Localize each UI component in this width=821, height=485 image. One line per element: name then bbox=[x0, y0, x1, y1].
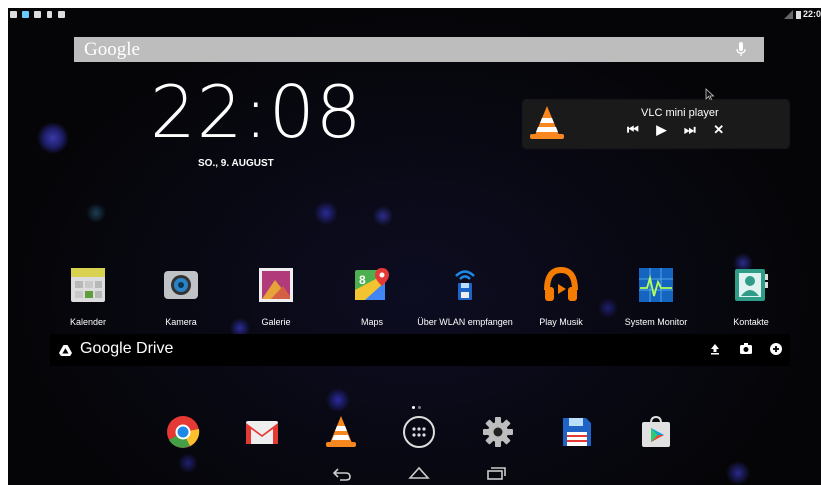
microphone-icon[interactable] bbox=[736, 42, 746, 57]
app-label: Galerie bbox=[261, 317, 291, 327]
upload-icon[interactable] bbox=[710, 343, 720, 355]
status-bar: 22:0 bbox=[8, 8, 821, 22]
notification-icon bbox=[22, 11, 29, 18]
status-time: 22:0 bbox=[802, 9, 821, 19]
page-indicator bbox=[412, 396, 424, 414]
vlc-cone-icon bbox=[530, 106, 564, 139]
navigation-bar bbox=[8, 463, 821, 485]
app-label: Über WLAN empfangen bbox=[417, 317, 513, 327]
google-logo: Google bbox=[84, 39, 140, 60]
clock-date: SO., 9. AUGUST bbox=[198, 158, 274, 169]
wifi-receive-icon bbox=[455, 270, 475, 300]
gmail-icon[interactable] bbox=[245, 415, 279, 449]
app-label: Kalender bbox=[69, 317, 107, 327]
app-galerie[interactable]: Galerie bbox=[226, 266, 326, 327]
next-icon[interactable]: ⏭ bbox=[684, 122, 698, 138]
signal-icon bbox=[784, 10, 793, 19]
recent-apps-icon[interactable] bbox=[486, 466, 506, 480]
vlc-controls: ⏮ ▶ ⏭ ✕ bbox=[627, 122, 736, 138]
app-wlan-empfangen[interactable]: Über WLAN empfangen bbox=[415, 266, 515, 327]
google-drive-widget[interactable]: Google Drive bbox=[50, 334, 790, 366]
calendar-icon bbox=[71, 268, 105, 302]
app-label: Maps bbox=[360, 317, 383, 327]
vlc-title: VLC mini player bbox=[641, 107, 719, 119]
system-monitor-icon bbox=[639, 268, 673, 302]
chrome-icon[interactable] bbox=[166, 415, 200, 449]
app-play-musik[interactable]: Play Musik bbox=[511, 266, 611, 327]
app-label: System Monitor bbox=[624, 317, 688, 327]
app-drawer-icon[interactable] bbox=[402, 415, 436, 449]
app-system-monitor[interactable]: System Monitor bbox=[606, 266, 706, 327]
gallery-icon bbox=[259, 268, 293, 302]
camera-scan-icon[interactable] bbox=[740, 343, 752, 354]
play-store-icon[interactable] bbox=[639, 415, 673, 449]
home-icon[interactable] bbox=[408, 466, 430, 480]
app-label: Kontakte bbox=[733, 317, 769, 327]
mail-notification-icon bbox=[34, 11, 41, 18]
app-kamera[interactable]: Kamera bbox=[131, 266, 231, 327]
clock-widget[interactable]: 22:08 bbox=[150, 76, 363, 148]
google-drive-icon bbox=[59, 345, 72, 356]
play-icon[interactable]: ▶ bbox=[656, 122, 668, 138]
settings-icon[interactable] bbox=[481, 415, 515, 449]
vlc-mini-player-widget[interactable]: VLC mini player ⏮ ▶ ⏭ ✕ bbox=[523, 100, 789, 148]
svg-text:8: 8 bbox=[359, 273, 366, 287]
android-home-screen: 22:0 Google 22:08 SO., 9. AUGUST VLC min… bbox=[8, 8, 821, 485]
previous-icon[interactable]: ⏮ bbox=[627, 122, 641, 138]
battery-icon bbox=[796, 11, 801, 19]
contacts-icon bbox=[735, 269, 768, 301]
maps-icon: 8 bbox=[355, 268, 389, 300]
headphones-icon bbox=[544, 266, 578, 301]
android-notification-icon bbox=[58, 11, 65, 18]
notification-icon bbox=[10, 11, 17, 18]
close-icon[interactable]: ✕ bbox=[713, 122, 726, 138]
save-icon[interactable] bbox=[560, 415, 594, 449]
add-icon[interactable] bbox=[770, 343, 782, 355]
vlc-icon[interactable] bbox=[324, 415, 358, 449]
app-label: Play Musik bbox=[539, 317, 583, 327]
camera-icon bbox=[164, 271, 198, 299]
google-drive-label: Google Drive bbox=[80, 340, 174, 357]
app-label: Kamera bbox=[165, 317, 197, 327]
back-icon[interactable] bbox=[332, 467, 352, 481]
google-search-bar[interactable]: Google bbox=[74, 37, 764, 62]
app-kalender[interactable]: Kalender bbox=[38, 266, 138, 327]
app-kontakte[interactable]: Kontakte bbox=[701, 266, 801, 327]
app-maps[interactable]: 8 Maps bbox=[322, 266, 422, 327]
device-notification-icon bbox=[47, 11, 52, 18]
